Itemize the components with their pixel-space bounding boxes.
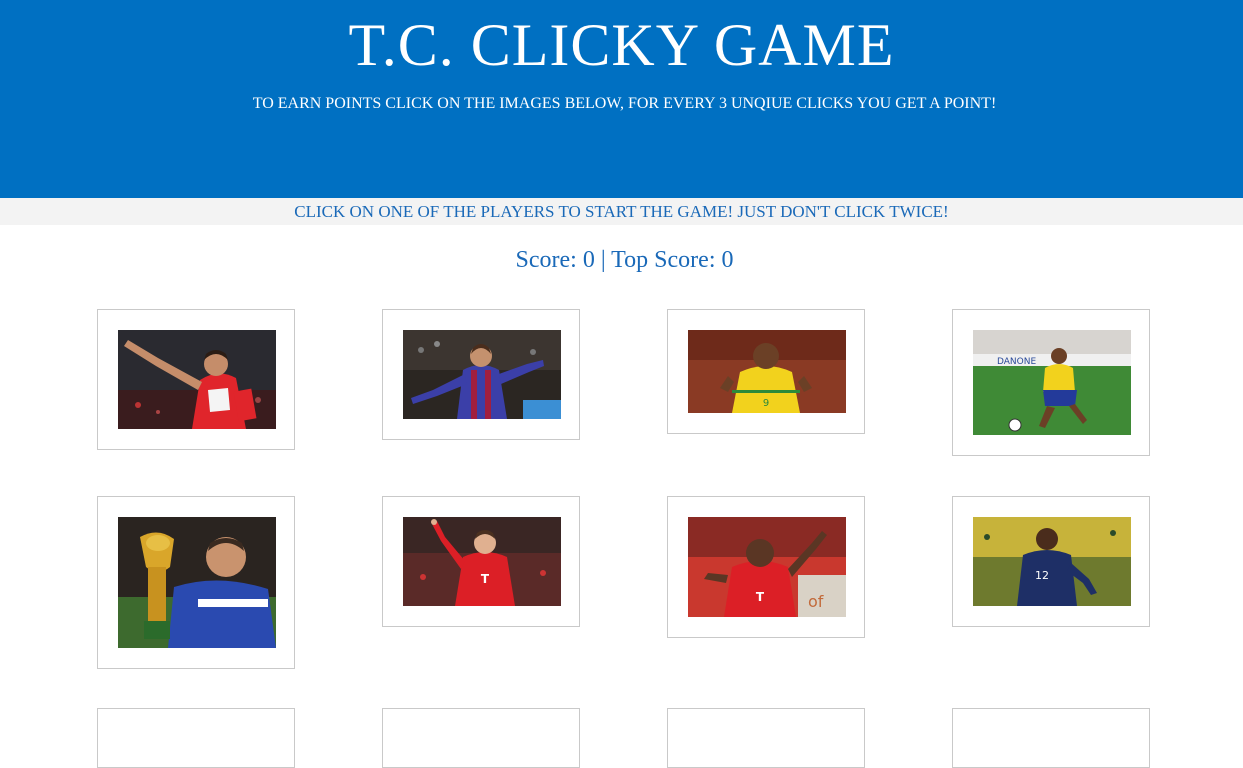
svg-text:T: T [756, 590, 765, 604]
instruction-text: CLICK ON ONE OF THE PLAYERS TO START THE… [294, 202, 949, 221]
svg-text:T: T [481, 572, 490, 586]
game-subtitle: TO EARN POINTS CLICK ON THE IMAGES BELOW… [252, 95, 997, 112]
player-photo [118, 517, 276, 648]
svg-text:12: 12 [1035, 569, 1049, 582]
player-card-row3-4[interactable] [952, 708, 1150, 768]
player-card-brazil-2[interactable]: DANONE [952, 309, 1150, 456]
player-photo: of T [688, 517, 846, 617]
player-photo: 12 [973, 517, 1131, 606]
player-card-france[interactable]: 12 [952, 496, 1150, 627]
player-photo [403, 330, 561, 419]
svg-text:of: of [808, 592, 824, 611]
player-photo: DANONE [973, 330, 1131, 435]
player-photo: 9 [688, 330, 846, 413]
game-header: T.C. CLICKY GAME TO EARN POINTS CLICK ON… [0, 0, 1243, 198]
player-card-row3-3[interactable] [667, 708, 865, 768]
player-card-row3-1[interactable] [97, 708, 295, 768]
player-card-barcelona[interactable] [382, 309, 580, 440]
score-display: Score: 0 | Top Score: 0 [515, 247, 734, 273]
player-card-france-trophy[interactable] [97, 496, 295, 669]
player-card-brazil-1[interactable]: 9 [667, 309, 865, 434]
player-photo: T [403, 517, 561, 606]
svg-text:DANONE: DANONE [997, 357, 1036, 367]
player-card-bayern-1[interactable]: T [382, 496, 580, 627]
player-card-row3-2[interactable] [382, 708, 580, 768]
player-card-bayern-2[interactable]: of T [667, 496, 865, 638]
svg-text:9: 9 [763, 398, 769, 409]
player-card-arsenal[interactable] [97, 309, 295, 450]
game-title: T.C. CLICKY GAME [348, 12, 895, 78]
instruction-bar: CLICK ON ONE OF THE PLAYERS TO START THE… [0, 198, 1243, 225]
player-photo [118, 330, 276, 429]
